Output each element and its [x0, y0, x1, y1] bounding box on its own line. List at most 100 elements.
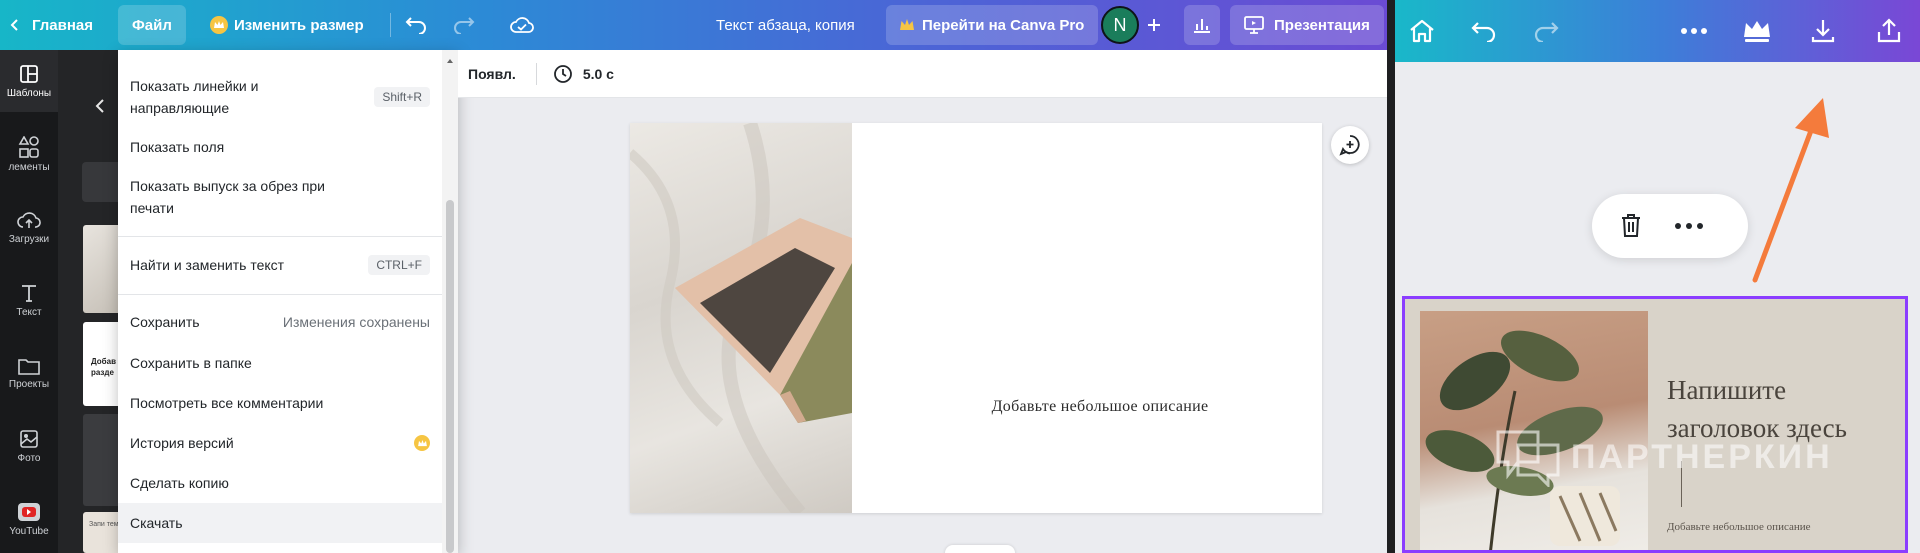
folder-icon: [18, 358, 40, 375]
more-horizontal-icon: [1675, 223, 1703, 229]
menu-item-label: Скачать: [130, 515, 183, 531]
rail-label: Фото: [17, 452, 41, 464]
file-label: Файл: [132, 16, 172, 34]
more-options-button[interactable]: [1674, 222, 1704, 230]
menu-item-label: Сделать копию: [130, 475, 229, 491]
chevron-left-icon: [10, 19, 18, 31]
menu-divider: [118, 236, 442, 237]
cloud-check-icon: [510, 17, 534, 33]
laptop-photo[interactable]: [630, 123, 852, 513]
photo-icon: [20, 429, 38, 448]
share-button[interactable]: [1870, 12, 1908, 50]
youtube-icon: [18, 502, 40, 521]
template-thumbnail[interactable]: Запи тему: [83, 512, 123, 553]
design-slide[interactable]: Добавьте небольшое описание: [630, 123, 1322, 513]
menu-item-view-comments[interactable]: Посмотреть все комментарии: [118, 385, 442, 421]
undo-button[interactable]: [1465, 12, 1503, 50]
menu-item-make-copy[interactable]: Сделать копию: [118, 465, 442, 501]
rail-item-templates[interactable]: Шаблоны: [0, 50, 58, 112]
mobile-design-page[interactable]: Напишите заголовок здесь Добавьте неболь…: [1402, 296, 1908, 553]
menu-item-label: Показать поля: [130, 139, 225, 155]
rail-item-text[interactable]: Текст: [0, 269, 58, 331]
page-handle[interactable]: [945, 545, 1015, 553]
rail-item-uploads[interactable]: Загрузки: [0, 196, 58, 258]
menu-item-show-margins[interactable]: Показать поля: [118, 130, 442, 164]
save-status-text: Изменения сохранены: [282, 314, 430, 330]
slide-description[interactable]: Добавьте небольшое описание: [930, 398, 1270, 416]
rail-item-youtube[interactable]: YouTube: [0, 488, 58, 550]
panel-search[interactable]: [82, 162, 118, 202]
menu-item-version-history[interactable]: История версий: [118, 425, 442, 461]
redo-button[interactable]: [446, 0, 482, 50]
toolbar-divider: [535, 62, 537, 85]
panel-back-button[interactable]: [94, 98, 106, 114]
laptop-illustration: [630, 123, 852, 513]
delete-button[interactable]: [1616, 210, 1646, 240]
top-bar: Главная Файл Изменить размер Текст абзац…: [0, 0, 1387, 50]
undo-icon: [405, 17, 426, 34]
cloud-save-button[interactable]: [504, 0, 540, 50]
insights-button[interactable]: [1184, 5, 1220, 45]
template-thumbnail[interactable]: [83, 225, 123, 313]
animate-button[interactable]: Появл.: [468, 66, 516, 82]
redo-button[interactable]: [1527, 12, 1565, 50]
text-icon: [22, 284, 36, 302]
rail-item-elements[interactable]: лементы: [0, 123, 58, 185]
mobile-editor: Напишите заголовок здесь Добавьте неболь…: [1395, 0, 1920, 553]
elements-icon: [18, 135, 39, 158]
plus-icon: [1148, 19, 1160, 31]
crown-icon: [414, 435, 430, 451]
file-dropdown-menu: Показать линейки и направляющие Shift+R …: [118, 50, 458, 553]
add-comment-button[interactable]: [1331, 126, 1369, 164]
file-menu-button[interactable]: Файл: [118, 5, 186, 45]
menu-item-label: Найти и заменить текст: [130, 257, 285, 273]
menu-item-save[interactable]: Сохранить Изменения сохранены: [118, 304, 442, 340]
menu-divider: [118, 294, 442, 295]
rail-label: Текст: [16, 306, 42, 318]
card-description[interactable]: Добавьте небольшое описание: [1667, 521, 1897, 533]
download-button[interactable]: [1804, 12, 1842, 50]
download-icon: [1811, 20, 1835, 43]
rail-item-projects[interactable]: Проекты: [0, 342, 58, 404]
menu-item-show-bleed[interactable]: Показать выпуск за обрез при печати: [118, 170, 442, 224]
add-collaborator-button[interactable]: [1136, 0, 1172, 50]
menu-item-show-rulers[interactable]: Показать линейки и направляющие Shift+R: [118, 70, 442, 124]
share-icon: [1877, 18, 1901, 43]
clock-icon: [553, 64, 572, 83]
home-button[interactable]: Главная: [8, 0, 93, 50]
rail-item-photos[interactable]: Фото: [0, 415, 58, 477]
canva-pro-label: Перейти на Canva Pro: [922, 16, 1085, 34]
menu-item-label: Показать линейки и направляющие: [130, 78, 259, 116]
watermark-logo-icon: [1496, 430, 1560, 487]
desktop-editor: Главная Файл Изменить размер Текст абзац…: [0, 0, 1387, 553]
menu-item-save-folder[interactable]: Сохранить в папке: [118, 345, 442, 381]
menu-scrollbar[interactable]: [442, 50, 458, 553]
more-options-button[interactable]: [1675, 12, 1713, 50]
home-button[interactable]: [1403, 12, 1441, 50]
undo-button[interactable]: [398, 0, 434, 50]
crown-icon: [900, 19, 914, 30]
chevron-left-icon: [95, 99, 104, 113]
rail-label: лементы: [8, 161, 50, 173]
resize-button[interactable]: Изменить размер: [210, 0, 364, 50]
duration-button[interactable]: 5.0 с: [553, 64, 614, 84]
presentation-icon: [1244, 16, 1264, 34]
document-title[interactable]: Текст абзаца, копия: [716, 0, 855, 50]
menu-item-download[interactable]: Скачать: [118, 503, 442, 543]
menu-item-label: История версий: [130, 435, 234, 451]
home-label: Главная: [32, 16, 94, 34]
scrollbar-thumb[interactable]: [446, 200, 454, 553]
menu-item-find-replace[interactable]: Найти и заменить текст CTRL+F: [118, 246, 442, 284]
trash-icon: [1622, 214, 1640, 237]
document-title-text: Текст абзаца, копия: [716, 16, 855, 34]
template-thumbnail[interactable]: Добав разде: [83, 322, 123, 406]
template-thumbnail[interactable]: [83, 414, 123, 506]
present-button[interactable]: Презентация: [1230, 5, 1384, 45]
editor-toolbar: Появл. 5.0 с: [458, 50, 1387, 98]
canva-pro-button[interactable]: [1738, 12, 1776, 50]
watermark-text: ПАРТНЕРКИН: [1571, 437, 1833, 476]
canva-pro-button[interactable]: Перейти на Canva Pro: [886, 5, 1099, 45]
crown-icon: [210, 16, 228, 34]
avatar[interactable]: N: [1101, 6, 1139, 44]
redo-icon: [454, 17, 475, 34]
